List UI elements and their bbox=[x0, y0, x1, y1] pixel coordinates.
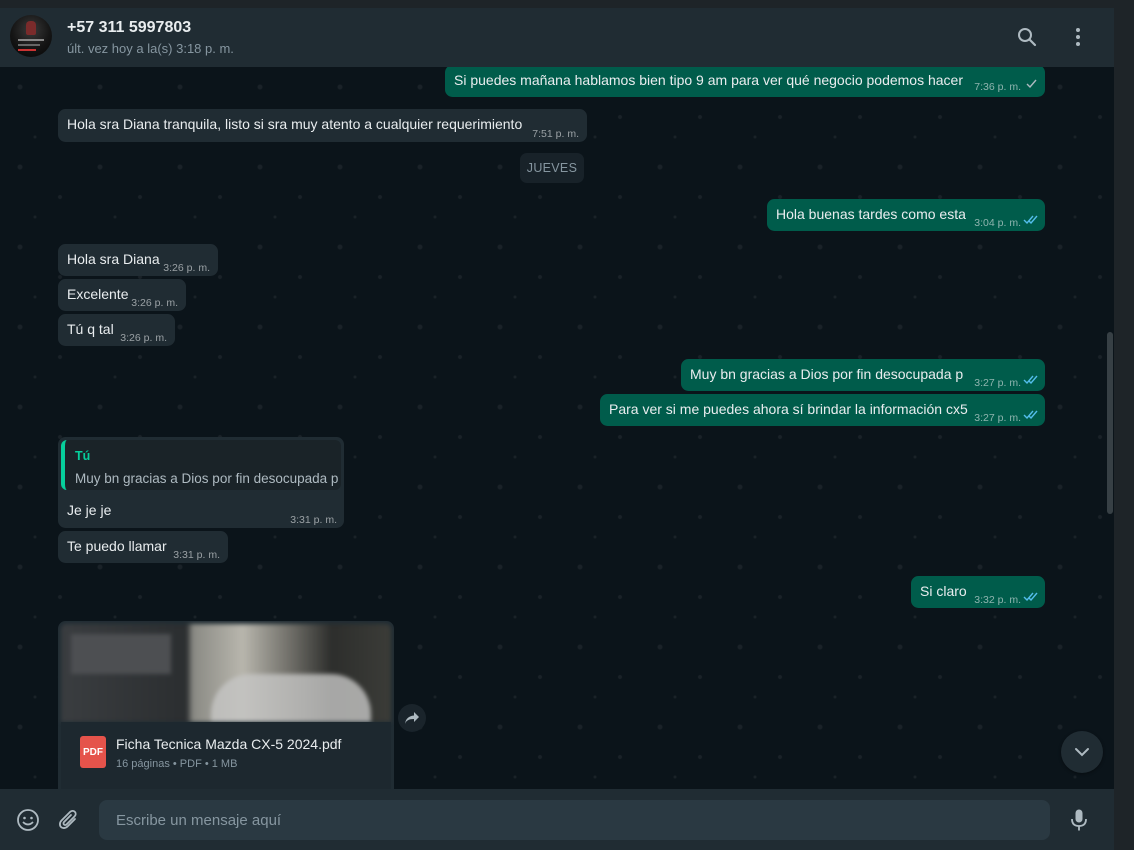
message-outgoing[interactable]: Muy bn gracias a Dios por fin desocupada… bbox=[681, 359, 1045, 391]
message-input[interactable] bbox=[99, 800, 1050, 840]
message-outgoing[interactable]: Si claro 3:32 p. m. bbox=[911, 576, 1045, 608]
pdf-file-icon: PDF bbox=[80, 736, 106, 768]
message-outgoing[interactable]: Si puedes mañana hablamos bien tipo 9 am… bbox=[445, 67, 1045, 97]
more-vertical-icon[interactable] bbox=[1066, 25, 1090, 49]
message-time: 3:31 p. m. bbox=[290, 514, 337, 526]
message-text: Si claro bbox=[920, 583, 967, 599]
message-text: Muy bn gracias a Dios por fin desocupada… bbox=[690, 366, 964, 382]
double-tick-icon bbox=[1023, 215, 1038, 224]
window-edge bbox=[1114, 0, 1134, 850]
document-thumbnail[interactable] bbox=[61, 624, 391, 722]
message-text: Te puedo llamar bbox=[67, 538, 167, 554]
message-input-wrapper[interactable] bbox=[99, 800, 1050, 840]
forward-icon[interactable] bbox=[398, 704, 426, 732]
message-time: 7:36 p. m. bbox=[974, 81, 1021, 93]
double-tick-icon bbox=[1023, 592, 1038, 601]
message-time: 3:04 p. m. bbox=[974, 217, 1021, 229]
message-outgoing[interactable]: Para ver si me puedes ahora sí brindar l… bbox=[600, 394, 1045, 426]
message-text: Hola sra Diana tranquila, listo si sra m… bbox=[67, 116, 523, 132]
search-icon[interactable] bbox=[1015, 25, 1039, 49]
message-time: 3:26 p. m. bbox=[131, 297, 178, 309]
emoji-icon[interactable] bbox=[15, 807, 41, 833]
message-time: 3:31 p. m. bbox=[173, 549, 220, 561]
document-name: Ficha Tecnica Mazda CX-5 2024.pdf bbox=[116, 736, 342, 752]
chat-header[interactable]: +57 311 5997803 últ. vez hoy a la(s) 3:1… bbox=[0, 8, 1114, 67]
contact-name[interactable]: +57 311 5997803 bbox=[67, 19, 191, 37]
message-incoming[interactable]: Te puedo llamar 3:31 p. m. bbox=[58, 531, 228, 563]
message-time: 3:32 p. m. bbox=[974, 594, 1021, 606]
message-outgoing[interactable]: Hola buenas tardes como esta 3:04 p. m. bbox=[767, 199, 1045, 231]
document-message[interactable]: PDF Ficha Tecnica Mazda CX-5 2024.pdf 16… bbox=[58, 621, 394, 789]
double-tick-icon bbox=[1023, 410, 1038, 419]
contact-avatar[interactable] bbox=[10, 15, 52, 57]
message-incoming[interactable]: Hola sra Diana 3:26 p. m. bbox=[58, 244, 218, 276]
scrollbar[interactable] bbox=[1107, 332, 1113, 514]
message-text: Si puedes mañana hablamos bien tipo 9 am… bbox=[454, 72, 963, 88]
message-time: 7:51 p. m. bbox=[532, 128, 579, 140]
quote-text: Muy bn gracias a Dios por fin desocupada… bbox=[75, 471, 339, 486]
double-tick-icon bbox=[1023, 375, 1038, 384]
single-tick-icon bbox=[1026, 79, 1037, 88]
message-incoming[interactable]: Excelente 3:26 p. m. bbox=[58, 279, 186, 311]
message-text: Tú q tal bbox=[67, 321, 114, 337]
day-separator: JUEVES bbox=[520, 153, 584, 183]
message-time: 3:26 p. m. bbox=[163, 262, 210, 274]
message-time: 3:26 p. m. bbox=[120, 332, 167, 344]
message-incoming[interactable]: Tú q tal 3:26 p. m. bbox=[58, 314, 175, 346]
scroll-down-button[interactable] bbox=[1061, 731, 1103, 773]
quote-author: Tú bbox=[75, 449, 91, 463]
microphone-icon[interactable] bbox=[1066, 807, 1092, 833]
app-window: +57 311 5997803 últ. vez hoy a la(s) 3:1… bbox=[0, 0, 1114, 850]
document-meta: 16 páginas • PDF • 1 MB bbox=[116, 758, 238, 770]
message-time: 3:27 p. m. bbox=[974, 412, 1021, 424]
composer-bar bbox=[0, 789, 1114, 850]
message-text: Hola buenas tardes como esta bbox=[776, 206, 966, 222]
quoted-message[interactable]: Tú Muy bn gracias a Dios por fin desocup… bbox=[61, 440, 341, 490]
message-text: Hola sra Diana bbox=[67, 251, 160, 267]
message-incoming-reply[interactable]: Tú Muy bn gracias a Dios por fin desocup… bbox=[58, 437, 344, 528]
message-list[interactable]: Si puedes mañana hablamos bien tipo 9 am… bbox=[0, 67, 1114, 789]
document-info[interactable]: PDF Ficha Tecnica Mazda CX-5 2024.pdf 16… bbox=[61, 722, 391, 789]
top-strip bbox=[0, 0, 1114, 8]
last-seen-status: últ. vez hoy a la(s) 3:18 p. m. bbox=[67, 41, 234, 56]
message-text: Excelente bbox=[67, 286, 129, 302]
message-incoming[interactable]: Hola sra Diana tranquila, listo si sra m… bbox=[58, 109, 587, 142]
message-time: 3:27 p. m. bbox=[974, 377, 1021, 389]
chevron-down-icon bbox=[1075, 748, 1089, 757]
paperclip-icon[interactable] bbox=[56, 807, 82, 833]
message-text: Je je je bbox=[67, 502, 112, 518]
message-text: Para ver si me puedes ahora sí brindar l… bbox=[609, 401, 968, 417]
